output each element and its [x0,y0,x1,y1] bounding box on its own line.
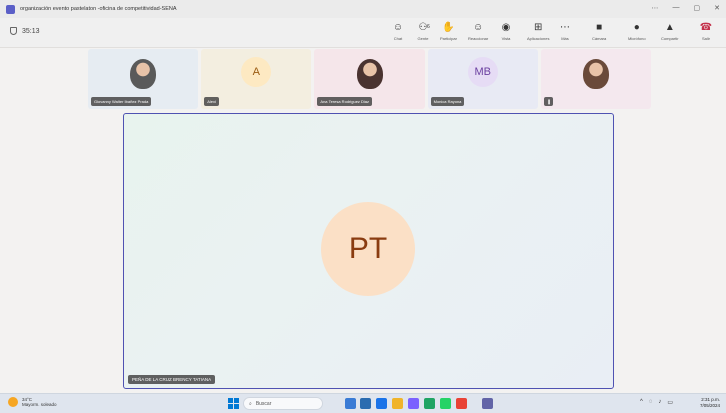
chevron-up-icon[interactable]: ^ [640,399,643,406]
raise-hand-button[interactable]: ✋ Participar [440,21,457,42]
timer-text: 35:13 [22,27,40,35]
taskbar-app-icon[interactable] [392,398,403,409]
toolbar-button-label: Vista [501,36,511,41]
toolbar-button-label: Cámara [592,36,607,41]
toolbar-button-label: Participar [440,36,457,41]
battery-icon[interactable]: ▭ [667,399,673,406]
share-icon: ▲ [664,21,675,33]
view-button[interactable]: ◉ Vista [500,21,512,42]
leave-button[interactable]: ☎ Salir [699,21,713,42]
taskbar-clock[interactable]: 2:31 p.m. 7/05/2024 [700,397,720,409]
participant-name: ▐ [543,97,553,106]
microphone-button[interactable]: ● Micrófono [628,21,646,42]
toolbar-button-label: Chat [393,36,403,41]
window-more-button[interactable]: ⋯ [652,4,659,12]
participant-avatar: A [241,57,272,87]
taskbar-app-icon[interactable] [360,398,371,409]
volume-icon[interactable]: ♪ [658,399,661,406]
sun-icon [8,397,18,407]
more-button[interactable]: ⋯ Más [559,21,571,42]
taskbar-app-icon[interactable] [456,398,467,409]
windows-start-icon[interactable] [228,398,239,409]
participant-avatar: MB [467,57,498,87]
weather-desc: Mayorm. soleado [22,402,57,407]
taskbar-app-icon[interactable] [482,398,493,409]
participant-tile[interactable]: Ana Teresa Rodriguez Diaz [314,49,425,109]
clock-date: 7/05/2024 [699,403,720,408]
participant-name: Monica Rayona [430,97,465,106]
stage-name-label: PEÑA DE LA CRUZ BRENCY TATIANA [128,375,216,384]
camera-off-icon: ■ [596,21,603,33]
window-title: organización evento pastelaton -oficina … [20,6,177,12]
wifi-icon[interactable]: ◌ [649,399,653,406]
chat-button[interactable]: ☺ Chat [392,21,404,42]
participant-name: Giovanny Walter Ibañez Prada [91,97,152,106]
apps-button[interactable]: ⊞ Aplicaciones [527,21,550,42]
participant-tile[interactable]: A Alexi [201,49,312,109]
minimize-button[interactable]: — [673,4,680,12]
react-icon: ☺ [473,21,484,33]
leave-icon: ☎ [699,21,713,33]
search-icon: ⌕ [249,400,252,407]
participant-tile[interactable]: ▐ [540,49,652,109]
shield-icon [10,27,17,35]
participant-tile[interactable]: MB Monica Rayona [427,49,538,109]
window-controls: ⋯ — ▢ ✕ [652,4,721,12]
taskbar-app-icon[interactable] [440,398,451,409]
taskbar: 34°C Mayorm. soleado ⌕ Buscar ^ ◌ ♪ ▭ 2:… [0,393,726,413]
meeting-toolbar: 35:13 ☺ Chat ⚇ Gente 6 ✋ Participar ☺ Reaccionar… [0,18,726,48]
taskbar-app-icon[interactable] [376,398,387,409]
participant-photo [130,59,157,89]
weather-widget[interactable]: 34°C Mayorm. soleado [8,397,57,407]
participant-photo [356,59,383,89]
main-stage-tile[interactable]: PT PEÑA DE LA CRUZ BRENCY TATIANA [123,113,614,389]
maximize-button[interactable]: ▢ [694,4,701,12]
participant-tile[interactable]: Giovanny Walter Ibañez Prada [88,49,199,109]
teams-logo-icon [6,4,15,14]
people-count: 6 [427,24,430,30]
toolbar-button-label: Más [561,36,569,41]
view-icon: ◉ [501,21,511,33]
share-button[interactable]: ▲ Compartir [661,21,679,42]
meeting-timer: 35:13 [10,27,40,35]
react-button[interactable]: ☺ Reaccionar [468,21,489,42]
apps-icon: ⊞ [534,21,543,33]
taskbar-search[interactable]: ⌕ Buscar [243,397,323,410]
system-tray[interactable]: ^ ◌ ♪ ▭ [640,399,673,406]
toolbar-button-label: Gente [417,36,429,41]
microphone-icon: ● [633,21,640,33]
close-button[interactable]: ✕ [714,4,720,12]
camera-off-button[interactable]: ■ Cámara [592,21,607,42]
participant-strip: Giovanny Walter Ibañez Prada A Alexi Ana Te… [88,49,652,109]
toolbar-button-label: Reaccionar [468,36,489,41]
toolbar-button-label: Compartir [661,36,679,41]
taskbar-app-icon[interactable] [424,398,435,409]
toolbar-button-label: Micrófono [628,36,646,41]
raise-hand-icon: ✋ [442,21,455,33]
participant-name: Ana Teresa Rodriguez Diaz [317,97,373,106]
participant-name: Alexi [204,97,219,106]
participant-photo [582,59,609,89]
toolbar-button-label: Salir [701,36,710,41]
taskbar-app-icon[interactable] [408,398,419,409]
window-titlebar: organización evento pastelaton -oficina … [0,0,726,18]
stage-avatar: PT [321,202,415,296]
toolbar-button-label: Aplicaciones [527,36,550,41]
taskbar-app-icon[interactable] [345,398,356,409]
more-icon: ⋯ [560,21,570,33]
search-placeholder: Buscar [255,400,272,407]
chat-icon: ☺ [392,21,404,33]
